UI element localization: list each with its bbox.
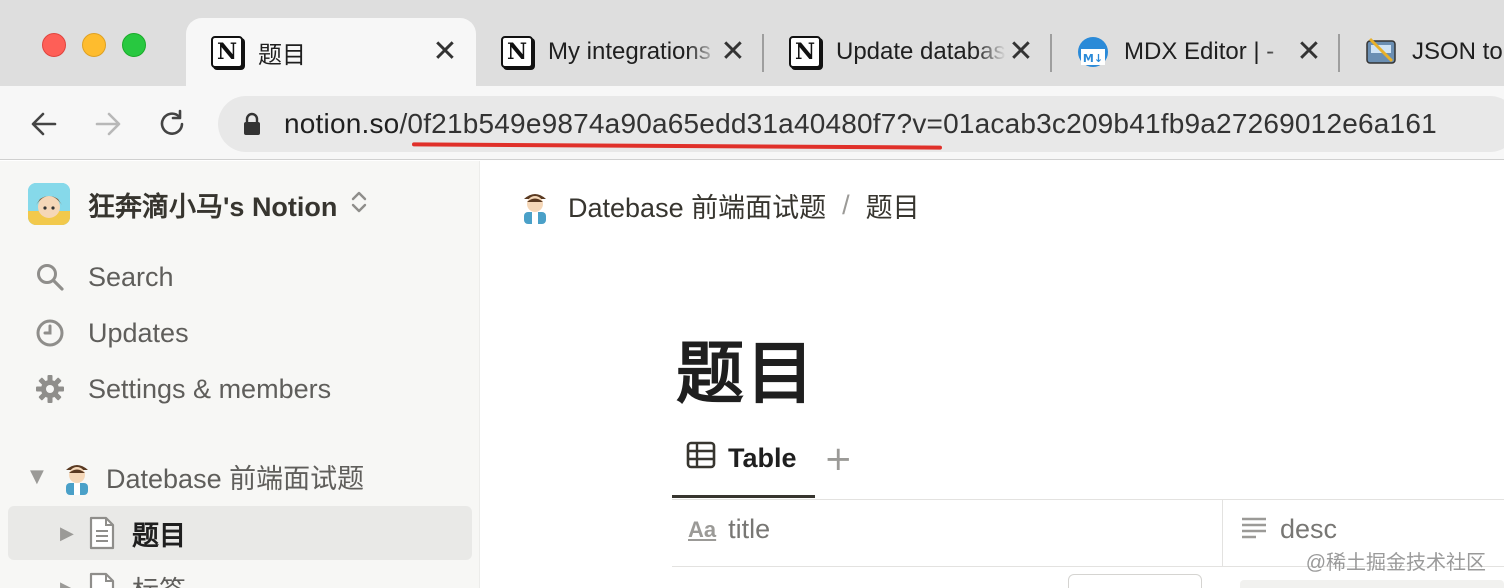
- breadcrumb: Datebase 前端面试题 / 题目: [516, 186, 920, 225]
- tab-table-view[interactable]: Table: [686, 440, 797, 477]
- close-tab-icon[interactable]: ✕: [718, 37, 748, 67]
- minimize-window-button[interactable]: [82, 33, 106, 57]
- view-tab-label: Table: [728, 443, 797, 473]
- browser-tabstrip: N 题目 ✕ N My integrations ✕ N Update data…: [0, 0, 1504, 86]
- caret-right-icon[interactable]: ▶: [60, 523, 80, 544]
- active-tab-indicator: [672, 495, 815, 498]
- sidebar-item-topics[interactable]: ▶ 题目: [8, 506, 472, 560]
- column-header-label: desc: [1280, 514, 1338, 544]
- notion-icon: N: [788, 35, 822, 69]
- chevron-up-down-icon: [349, 188, 369, 221]
- sidebar-item-database[interactable]: ▼ Datebase 前端面试题: [30, 457, 364, 496]
- browser-tab[interactable]: N Update database ✕: [764, 18, 1052, 86]
- notion-icon: N: [500, 35, 534, 69]
- add-view-button[interactable]: +: [824, 440, 853, 478]
- sidebar-item-tags[interactable]: ▶ 标签: [60, 569, 186, 588]
- sidebar-item-label: Updates: [88, 317, 189, 348]
- table-cell[interactable]: [1240, 580, 1504, 588]
- workspace-switcher[interactable]: 狂奔滴小马's Notion: [28, 183, 369, 225]
- mdx-editor-icon: M↓: [1076, 35, 1110, 69]
- json-tool-icon: [1364, 35, 1398, 69]
- sidebar-item-search[interactable]: Search: [34, 261, 174, 293]
- tab-title: My integrations: [548, 38, 711, 65]
- tab-title: 题目: [258, 41, 306, 69]
- page-title[interactable]: 题目: [676, 318, 816, 417]
- watermark: @稀土掘金技术社区: [1305, 552, 1486, 574]
- column-divider[interactable]: [1222, 500, 1223, 566]
- close-window-button[interactable]: [42, 33, 66, 57]
- url-input[interactable]: notion.so/0f21b549e9874a90a65edd31a40480…: [218, 96, 1504, 152]
- sidebar-item-settings[interactable]: Settings & members: [34, 373, 331, 405]
- arrow-left-icon: [31, 112, 57, 136]
- gear-icon: [34, 373, 66, 405]
- table-icon: [686, 440, 716, 477]
- avatar-emoji-icon: [58, 458, 96, 496]
- page-icon: [88, 516, 118, 550]
- sidebar-tree-label: Datebase 前端面试题: [106, 464, 365, 494]
- workspace-avatar: [28, 183, 70, 225]
- notion-icon: N: [210, 35, 244, 69]
- close-tab-icon[interactable]: ✕: [1294, 37, 1324, 67]
- svg-text:M↓: M↓: [1083, 52, 1103, 65]
- sidebar: 狂奔滴小马's Notion Search Updates Settings &…: [0, 161, 480, 588]
- text-lines-icon: [1240, 515, 1268, 545]
- sidebar-tree-label: 标签: [132, 569, 186, 588]
- caret-down-icon[interactable]: ▼: [30, 466, 50, 487]
- sidebar-tree-label: 题目: [132, 520, 186, 551]
- close-tab-icon[interactable]: ✕: [430, 37, 460, 67]
- arrow-right-icon: [95, 112, 121, 136]
- breadcrumb-separator: /: [842, 190, 850, 220]
- browser-tab-active[interactable]: N 题目 ✕: [186, 18, 476, 86]
- breadcrumb-item-database[interactable]: Datebase 前端面试题: [568, 186, 826, 225]
- reload-button[interactable]: [152, 104, 192, 144]
- sidebar-item-label: Search: [88, 261, 174, 292]
- divider: [672, 499, 1504, 500]
- tab-title: MDX Editor | -: [1124, 38, 1275, 65]
- caret-right-icon[interactable]: ▶: [60, 578, 80, 588]
- column-header-title[interactable]: Aa title: [688, 514, 770, 545]
- workspace-name: 狂奔滴小马's Notion: [88, 191, 338, 222]
- url-domain: notion.so: [284, 108, 400, 139]
- column-header-desc[interactable]: desc: [1240, 514, 1337, 545]
- tab-title: JSON to: [1412, 38, 1503, 65]
- url-path: /0f21b549e9874a90a65edd31a40480f7?v=01ac…: [399, 108, 1437, 139]
- avatar-emoji-icon: [516, 187, 554, 225]
- column-header-label: title: [728, 514, 771, 544]
- browser-tab[interactable]: JSON to: [1340, 18, 1504, 86]
- zoom-window-button[interactable]: [122, 33, 146, 57]
- page-icon: [88, 572, 118, 588]
- search-icon: [34, 261, 66, 293]
- reload-icon: [160, 109, 184, 135]
- row-open-button[interactable]: [1068, 574, 1202, 588]
- breadcrumb-item-page[interactable]: 题目: [866, 186, 920, 225]
- lock-icon[interactable]: [242, 112, 262, 141]
- url-text: notion.so/0f21b549e9874a90a65edd31a40480…: [284, 108, 1437, 140]
- browser-tab[interactable]: M↓ MDX Editor | - ✕: [1052, 18, 1340, 86]
- clock-icon: [34, 317, 66, 349]
- sidebar-item-label: Settings & members: [88, 373, 332, 404]
- close-tab-icon[interactable]: ✕: [1006, 37, 1036, 67]
- back-button[interactable]: [24, 104, 64, 144]
- sidebar-item-updates[interactable]: Updates: [34, 317, 189, 349]
- tab-title: Update database: [836, 38, 1006, 65]
- address-bar: notion.so/0f21b549e9874a90a65edd31a40480…: [0, 86, 1504, 160]
- text-type-icon: Aa: [688, 516, 717, 542]
- forward-button[interactable]: [88, 104, 128, 144]
- browser-tab[interactable]: N My integrations ✕: [476, 18, 764, 86]
